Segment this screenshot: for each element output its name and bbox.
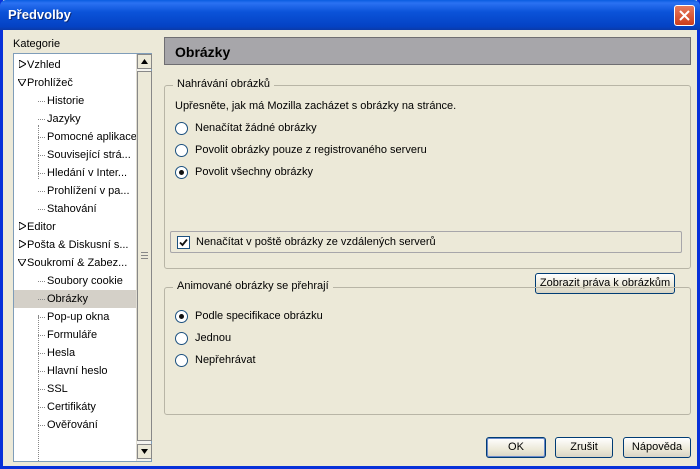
arrow-up-icon xyxy=(141,59,148,64)
title-bar[interactable]: Předvolby xyxy=(0,0,700,30)
scroll-down-button[interactable] xyxy=(137,444,152,459)
tree-item-label: Pomocné aplikace xyxy=(47,131,136,143)
tree-item[interactable]: Soubory cookie xyxy=(14,272,136,290)
radio-indicator xyxy=(175,353,188,367)
tree-item-label: Soukromí & Zabez... xyxy=(27,257,128,269)
tree-item[interactable]: Prohlížeč xyxy=(14,74,136,92)
checkbox-label: Nenačítat v poště obrázky ze vzdálených … xyxy=(196,236,436,248)
mail-images-checkbox[interactable]: Nenačítat v poště obrázky ze vzdálených … xyxy=(170,231,682,253)
radio-originating-server[interactable]: Povolit obrázky pouze z registrovaného s… xyxy=(175,142,427,158)
tree-item[interactable]: Editor xyxy=(14,218,136,236)
radio-indicator xyxy=(175,331,188,345)
tree-item-label: Pošta & Diskusní s... xyxy=(27,239,129,251)
arrow-down-icon xyxy=(141,449,148,454)
tree-item-label: Historie xyxy=(47,95,85,107)
tree-item-label: Soubory cookie xyxy=(47,275,123,287)
tree-item[interactable]: Formuláře xyxy=(14,326,136,344)
close-button[interactable] xyxy=(674,5,695,26)
expanded-arrow-icon[interactable] xyxy=(17,254,27,272)
collapsed-arrow-icon[interactable] xyxy=(17,56,27,74)
close-icon xyxy=(679,10,690,21)
tree-item-label: SSL xyxy=(47,383,68,395)
tree-item-label: Certifikáty xyxy=(47,401,96,413)
category-label: Kategorie xyxy=(13,38,61,50)
image-loading-legend: Nahrávání obrázků xyxy=(173,78,274,90)
tree-item-label: Ověřování xyxy=(47,419,98,431)
radio-all-images[interactable]: Povolit všechny obrázky xyxy=(175,164,313,180)
tree-item[interactable]: Soukromí & Zabez... xyxy=(14,254,136,272)
radio-no-images[interactable]: Nenačítat žádné obrázky xyxy=(175,120,317,136)
radio-label: Povolit obrázky pouze z registrovaného s… xyxy=(195,144,427,156)
tree-item[interactable]: Související strá... xyxy=(14,146,136,164)
radio-label: Nepřehrávat xyxy=(195,354,256,366)
scroll-up-button[interactable] xyxy=(137,54,152,69)
help-button[interactable]: Nápověda xyxy=(623,437,691,458)
image-loading-group: Nahrávání obrázků Upřesněte, jak má Mozi… xyxy=(164,78,691,294)
tree-item[interactable]: Certifikáty xyxy=(14,398,136,416)
radio-label: Jednou xyxy=(195,332,232,344)
tree-item-label: Hesla xyxy=(47,347,76,359)
radio-animate-never[interactable]: Nepřehrávat xyxy=(175,352,256,368)
tree-item[interactable]: Hlavní heslo xyxy=(14,362,136,380)
radio-animate-spec[interactable]: Podle specifikace obrázku xyxy=(175,308,323,324)
tree-scrollbar[interactable] xyxy=(136,54,152,461)
radio-indicator xyxy=(175,309,188,323)
tree-item-label: Vzhled xyxy=(27,59,61,71)
scroll-thumb[interactable] xyxy=(137,71,152,441)
cancel-button[interactable]: Zrušit xyxy=(555,437,613,458)
tree-item[interactable]: Pošta & Diskusní s... xyxy=(14,236,136,254)
tree-item-label: Prohlížeč xyxy=(27,77,73,89)
tree-item-label: Formuláře xyxy=(47,329,98,341)
animation-legend: Animované obrázky se přehrají xyxy=(173,280,333,292)
tree-item[interactable]: Vzhled xyxy=(14,56,136,74)
category-tree[interactable]: Vzhled Prohlížeč Historie Jazyky Pomocné apl… xyxy=(13,53,152,462)
tree-item-label: Jazyky xyxy=(47,113,81,125)
tree-item-label: Hledání v Inter... xyxy=(47,167,128,179)
tree-item-label: Hlavní heslo xyxy=(47,365,108,377)
radio-label: Povolit všechny obrázky xyxy=(195,166,313,178)
tree-items: Vzhled Prohlížeč Historie Jazyky Pomocné apl… xyxy=(14,54,136,461)
radio-indicator xyxy=(175,165,188,179)
tree-item-label: Související strá... xyxy=(47,149,131,161)
checkmark-icon xyxy=(179,238,188,246)
tree-item-label: Pop-up okna xyxy=(47,311,110,323)
tree-item[interactable]: SSL xyxy=(14,380,136,398)
radio-animate-once[interactable]: Jednou xyxy=(175,330,231,346)
tree-item[interactable]: Jazyky xyxy=(14,110,136,128)
tree-item-label: Stahování xyxy=(47,203,97,215)
ok-button[interactable]: OK xyxy=(486,437,546,458)
tree-item-label: Prohlížení v pa... xyxy=(47,185,130,197)
radio-label: Nenačítat žádné obrázky xyxy=(195,122,317,134)
radio-indicator xyxy=(175,143,188,157)
tree-item[interactable]: Hesla xyxy=(14,344,136,362)
tree-item[interactable]: Pomocné aplikace xyxy=(14,128,136,146)
tree-item[interactable]: Stahování xyxy=(14,200,136,218)
tree-item[interactable]: Pop-up okna xyxy=(14,308,136,326)
radio-label: Podle specifikace obrázku xyxy=(195,310,323,322)
collapsed-arrow-icon[interactable] xyxy=(17,236,27,254)
tree-item-label: Editor xyxy=(27,221,56,233)
tree-item[interactable]: Obrázky xyxy=(14,290,136,308)
tree-item[interactable]: Historie xyxy=(14,92,136,110)
animation-group: Animované obrázky se přehrají Podle spec… xyxy=(164,280,691,415)
image-loading-description: Upřesněte, jak má Mozilla zacházet s obr… xyxy=(175,100,457,112)
tree-item-label: Obrázky xyxy=(47,293,88,305)
panel-header: Obrázky xyxy=(164,37,691,65)
tree-item[interactable]: Prohlížení v pa... xyxy=(14,182,136,200)
checkbox-indicator xyxy=(177,235,190,249)
tree-item[interactable]: Hledání v Inter... xyxy=(14,164,136,182)
dialog-body: Kategorie Vzhled Prohlížeč Historie Jazyky P… xyxy=(3,30,697,466)
radio-indicator xyxy=(175,121,188,135)
preferences-window: Předvolby Kategorie Vzhled Prohlížeč Histo… xyxy=(0,0,700,469)
window-title: Předvolby xyxy=(8,7,71,22)
panel-title: Obrázky xyxy=(175,44,231,60)
collapsed-arrow-icon[interactable] xyxy=(17,218,27,236)
tree-item[interactable]: Ověřování xyxy=(14,416,136,434)
expanded-arrow-icon[interactable] xyxy=(17,74,27,92)
